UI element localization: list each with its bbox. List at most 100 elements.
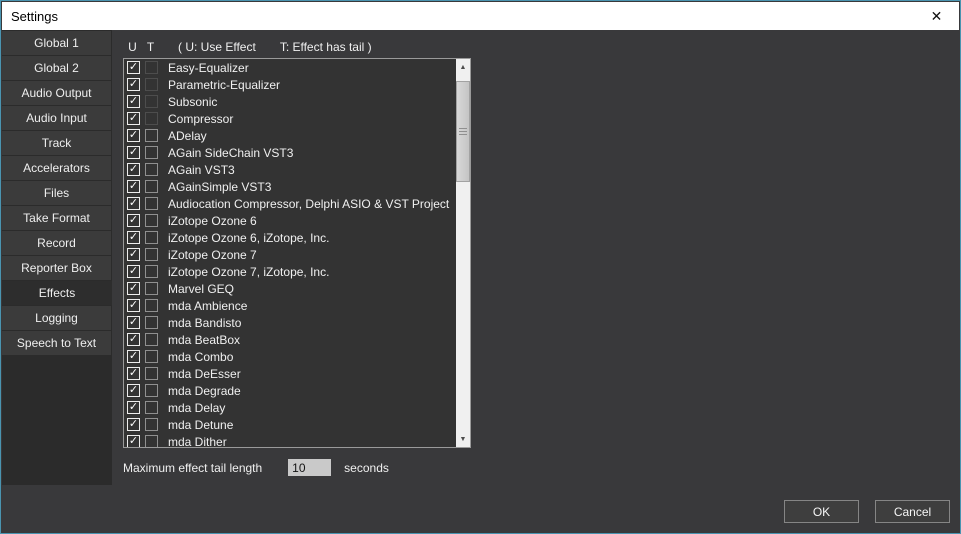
effect-has-tail-checkbox[interactable]	[145, 418, 158, 431]
use-effect-checkbox[interactable]: ✓	[127, 61, 140, 74]
effect-has-tail-checkbox[interactable]	[145, 282, 158, 295]
effects-listbox: ✓ Easy-Equalizer ✓ Parametric-Equalizer ✓ Sub…	[123, 58, 471, 448]
use-effect-checkbox[interactable]: ✓	[127, 299, 140, 312]
effect-has-tail-checkbox[interactable]	[145, 316, 158, 329]
close-icon[interactable]: ✕	[914, 2, 959, 30]
use-effect-checkbox[interactable]: ✓	[127, 367, 140, 380]
column-u-label: U	[126, 40, 139, 54]
sidebar: Global 1Global 2Audio OutputAudio InputT…	[2, 30, 112, 485]
use-effect-checkbox[interactable]: ✓	[127, 384, 140, 397]
use-effect-checkbox[interactable]: ✓	[127, 214, 140, 227]
effect-name: mda BeatBox	[168, 333, 240, 347]
use-effect-checkbox[interactable]: ✓	[127, 95, 140, 108]
sidebar-item-logging[interactable]: Logging	[2, 306, 111, 330]
use-effect-checkbox[interactable]: ✓	[127, 435, 140, 447]
effect-name: Subsonic	[168, 95, 217, 109]
sidebar-item-audio-input[interactable]: Audio Input	[2, 106, 111, 130]
effect-row: ✓Compressor	[124, 110, 456, 127]
sidebar-item-audio-output[interactable]: Audio Output	[2, 81, 111, 105]
use-effect-checkbox[interactable]: ✓	[127, 231, 140, 244]
sidebar-item-effects[interactable]: Effects	[2, 281, 112, 305]
effect-row: ✓mda Combo	[124, 348, 456, 365]
sidebar-item-files[interactable]: Files	[2, 181, 111, 205]
scrollbar[interactable]: ▲ ▼	[456, 59, 470, 447]
effect-has-tail-checkbox[interactable]	[145, 265, 158, 278]
effect-has-tail-checkbox[interactable]	[145, 146, 158, 159]
sidebar-item-speech-to-text[interactable]: Speech to Text	[2, 331, 111, 355]
effect-name: Parametric-Equalizer	[168, 78, 280, 92]
effect-row: ✓ Easy-Equalizer	[124, 59, 456, 76]
effect-has-tail-checkbox[interactable]	[145, 401, 158, 414]
scrollbar-grip	[459, 128, 467, 135]
effect-has-tail-checkbox	[145, 61, 158, 74]
effect-name: AGain VST3	[168, 163, 235, 177]
sidebar-item-record[interactable]: Record	[2, 231, 111, 255]
use-effect-checkbox[interactable]: ✓	[127, 129, 140, 142]
use-effect-checkbox[interactable]: ✓	[127, 112, 140, 125]
sidebar-item-reporter-box[interactable]: Reporter Box	[2, 256, 111, 280]
ok-button[interactable]: OK	[784, 500, 859, 523]
tail-length-unit: seconds	[344, 461, 389, 475]
effect-name: Easy-Equalizer	[168, 61, 249, 75]
sidebar-item-accelerators[interactable]: Accelerators	[2, 156, 111, 180]
effect-row: ✓Marvel GEQ	[124, 280, 456, 297]
use-effect-checkbox[interactable]: ✓	[127, 146, 140, 159]
scroll-up-icon[interactable]: ▲	[456, 59, 470, 75]
effect-row: ✓ mda Degrade	[124, 382, 456, 399]
tail-length-label: Maximum effect tail length	[123, 461, 262, 475]
effect-row: ✓ mda Delay	[124, 399, 456, 416]
effect-name: iZotope Ozone 7	[168, 248, 257, 262]
effect-has-tail-checkbox[interactable]	[145, 231, 158, 244]
use-effect-checkbox[interactable]: ✓	[127, 418, 140, 431]
effect-row: ✓ AGain SideChain VST3	[124, 144, 456, 161]
effect-name: mda Ambience	[168, 299, 247, 313]
use-effect-checkbox[interactable]: ✓	[127, 350, 140, 363]
effect-name: mda Degrade	[168, 384, 241, 398]
sidebar-item-take-format[interactable]: Take Format	[2, 206, 111, 230]
effect-name: mda Delay	[168, 401, 225, 415]
effect-row: ✓ mda BeatBox	[124, 331, 456, 348]
effect-has-tail-checkbox[interactable]	[145, 197, 158, 210]
effect-has-tail-checkbox[interactable]	[145, 299, 158, 312]
effect-row: ✓ mda Ambience	[124, 297, 456, 314]
effect-name: AGain SideChain VST3	[168, 146, 293, 160]
use-effect-checkbox[interactable]: ✓	[127, 265, 140, 278]
effect-has-tail-checkbox[interactable]	[145, 384, 158, 397]
effect-name: mda Bandisto	[168, 316, 241, 330]
sidebar-item-global-2[interactable]: Global 2	[2, 56, 111, 80]
use-effect-checkbox[interactable]: ✓	[127, 282, 140, 295]
cancel-button[interactable]: Cancel	[875, 500, 950, 523]
use-effect-checkbox[interactable]: ✓	[127, 197, 140, 210]
effect-has-tail-checkbox[interactable]	[145, 435, 158, 447]
column-t-label: T	[144, 40, 157, 54]
effect-name: mda Detune	[168, 418, 233, 432]
legend-effect-has-tail: T: Effect has tail )	[280, 40, 372, 54]
effect-name: mda Dither	[168, 435, 227, 448]
effect-row: ✓ mda Detune	[124, 416, 456, 433]
effect-name: mda DeEsser	[168, 367, 241, 381]
use-effect-checkbox[interactable]: ✓	[127, 333, 140, 346]
use-effect-checkbox[interactable]: ✓	[127, 401, 140, 414]
tail-length-input[interactable]	[288, 459, 331, 476]
use-effect-checkbox[interactable]: ✓	[127, 316, 140, 329]
effect-row: ✓ AGain VST3	[124, 161, 456, 178]
use-effect-checkbox[interactable]: ✓	[127, 163, 140, 176]
effect-row: ✓ mda DeEsser	[124, 365, 456, 382]
use-effect-checkbox[interactable]: ✓	[127, 180, 140, 193]
effect-has-tail-checkbox[interactable]	[145, 163, 158, 176]
use-effect-checkbox[interactable]: ✓	[127, 248, 140, 261]
effect-has-tail-checkbox	[145, 95, 158, 108]
effect-has-tail-checkbox[interactable]	[145, 248, 158, 261]
use-effect-checkbox[interactable]: ✓	[127, 78, 140, 91]
sidebar-item-global-1[interactable]: Global 1	[2, 31, 111, 55]
scrollbar-thumb[interactable]	[456, 81, 470, 182]
effect-has-tail-checkbox[interactable]	[145, 129, 158, 142]
effect-has-tail-checkbox[interactable]	[145, 367, 158, 380]
sidebar-item-track[interactable]: Track	[2, 131, 111, 155]
effect-has-tail-checkbox[interactable]	[145, 350, 158, 363]
effect-has-tail-checkbox[interactable]	[145, 180, 158, 193]
effect-name: ADelay	[168, 129, 207, 143]
effect-has-tail-checkbox[interactable]	[145, 214, 158, 227]
scroll-down-icon[interactable]: ▼	[456, 431, 470, 447]
effect-has-tail-checkbox[interactable]	[145, 333, 158, 346]
